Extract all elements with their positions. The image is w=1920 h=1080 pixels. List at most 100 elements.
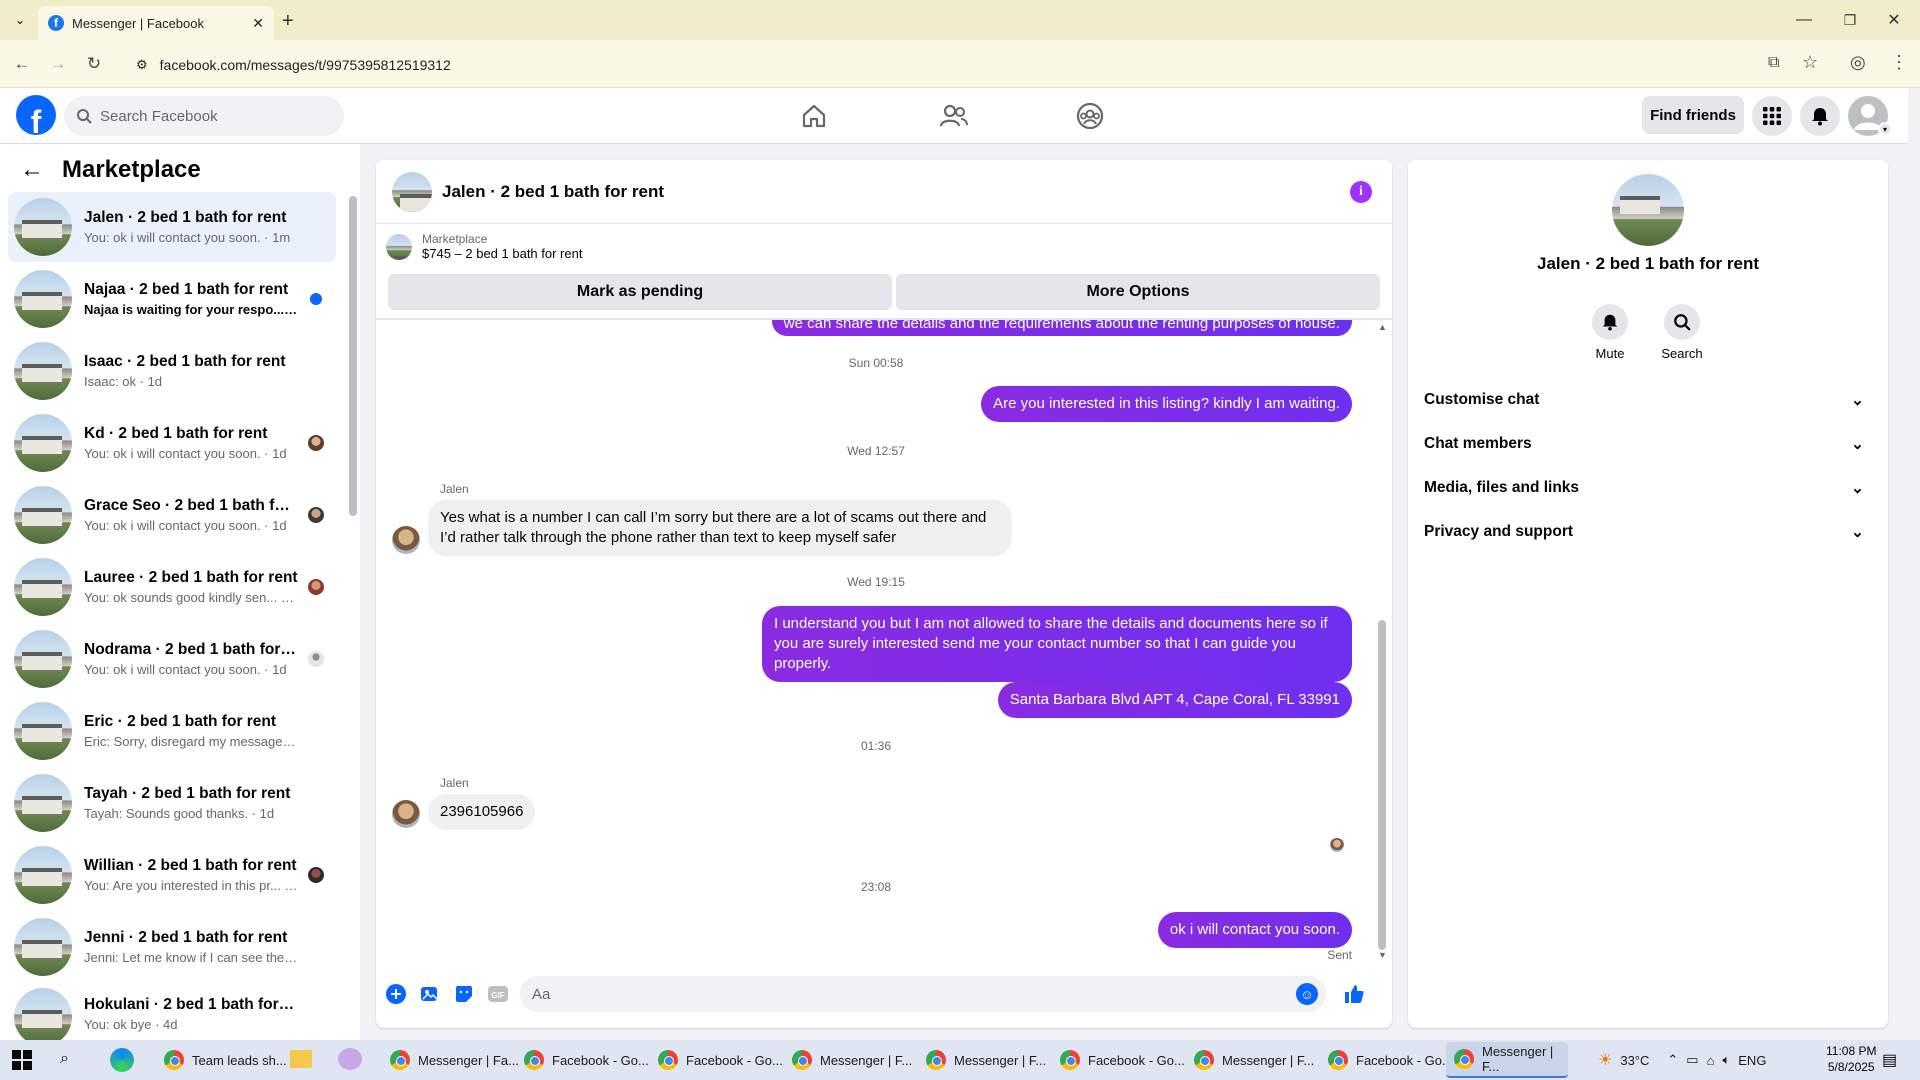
chat-title[interactable]: Jalen · 2 bed 1 bath for rent [442, 182, 664, 202]
meet-icon[interactable]: ▭ [1686, 1052, 1698, 1068]
conversation-item[interactable]: Jalen · 2 bed 1 bath for rent You: ok i w… [8, 192, 336, 262]
close-tab-icon[interactable]: ✕ [252, 15, 264, 32]
conversation-item[interactable]: Tayah · 2 bed 1 bath for rent Tayah: Soun… [8, 768, 336, 838]
sender-avatar[interactable] [392, 800, 420, 828]
url-field[interactable]: ⚙ facebook.com/messages/t/99753958125193… [124, 51, 1764, 79]
page-scrollbar[interactable] [1908, 88, 1920, 1040]
taskbar-app[interactable]: Facebook - Go... [1320, 1042, 1461, 1078]
conversation-item[interactable]: Hokulani · 2 bed 1 bath for rent You: ok … [8, 984, 336, 1040]
restore-icon[interactable]: ❐ [1830, 8, 1870, 32]
listing-thumbnail [14, 774, 72, 832]
taskbar-app[interactable]: Facebook - Go... [650, 1042, 791, 1078]
facebook-logo-icon[interactable]: f [16, 95, 56, 135]
conversation-item[interactable]: Najaa · 2 bed 1 bath for rent Najaa is wa… [8, 264, 336, 334]
message-outgoing[interactable]: we can share the details and the require… [771, 320, 1352, 336]
emoji-icon[interactable]: ☺ [1296, 983, 1318, 1005]
gif-icon[interactable]: GIF [486, 982, 510, 1006]
taskbar-app[interactable]: Messenger | F... [918, 1042, 1054, 1078]
taskbar-app[interactable]: Team leads sh... [156, 1042, 295, 1078]
conversation-item[interactable]: Kd · 2 bed 1 bath for rent You: ok i will… [8, 408, 336, 478]
app-icon[interactable] [338, 1048, 362, 1070]
chat-scrollbar[interactable] [1378, 620, 1386, 950]
bookmark-star-icon[interactable]: ☆ [1802, 52, 1818, 73]
message-outgoing[interactable]: I understand you but I am not allowed to… [762, 606, 1352, 682]
back-icon[interactable]: ← [8, 52, 36, 76]
conversation-item[interactable]: Isaac · 2 bed 1 bath for rent Isaac: ok ·… [8, 336, 336, 406]
taskbar-search-icon[interactable]: ⌕ [60, 1050, 69, 1068]
browser-tab[interactable]: f Messenger | Facebook ✕ [38, 6, 274, 40]
scroll-up-icon[interactable]: ▲ [1378, 322, 1387, 332]
message-outgoing[interactable]: ok i will contact you soon. [1157, 912, 1352, 948]
conversation-item[interactable]: Grace Seo · 2 bed 1 bath for r... You: ok… [8, 480, 336, 550]
like-thumb-icon[interactable] [1342, 982, 1366, 1006]
info-icon[interactable]: i [1350, 181, 1372, 203]
taskbar-app[interactable]: Messenger | F... [1186, 1042, 1322, 1078]
message-outgoing[interactable]: Are you interested in this listing? kind… [981, 386, 1352, 422]
notifications-bell-icon[interactable] [1800, 96, 1840, 136]
message-incoming[interactable]: 2396105966 [428, 794, 536, 830]
home-icon[interactable] [784, 96, 844, 136]
network-icon[interactable]: ⌂ [1707, 1053, 1715, 1068]
edge-icon[interactable] [110, 1048, 134, 1072]
message-input[interactable]: Aa ☺ [520, 976, 1326, 1012]
conversation-item[interactable]: Nodrama · 2 bed 1 bath for rent You: ok i… [8, 624, 336, 694]
clock[interactable]: 11:08 PM 5/8/2025 [1826, 1043, 1876, 1075]
minimize-icon[interactable]: — [1784, 8, 1824, 32]
marketplace-title: Marketplace [62, 156, 201, 183]
back-arrow-icon[interactable]: ← [20, 156, 44, 184]
taskbar-app-active[interactable]: Messenger | F... [1446, 1042, 1568, 1078]
reload-icon[interactable]: ↻ [80, 52, 108, 76]
conversation-item[interactable]: Jenni · 2 bed 1 bath for rent Jenni: Let … [8, 912, 336, 982]
site-info-icon[interactable]: ⚙ [136, 57, 148, 73]
listing-banner[interactable]: Marketplace $745 – 2 bed 1 bath for rent [386, 232, 582, 261]
conversation-item[interactable]: Eric · 2 bed 1 bath for rent Eric: Sorry,… [8, 696, 336, 766]
new-tab-icon[interactable]: + [282, 10, 294, 33]
sender-avatar[interactable] [392, 526, 420, 554]
close-window-icon[interactable]: ✕ [1874, 8, 1914, 32]
media-files-links-item[interactable]: Media, files and links ⌄ [1424, 466, 1872, 510]
windows-start-icon[interactable] [12, 1050, 32, 1074]
privacy-support-item[interactable]: Privacy and support ⌄ [1424, 510, 1872, 554]
more-options-button[interactable]: More Options [896, 274, 1380, 310]
conversation-preview: Eric: Sorry, disregard my message a... ·… [84, 734, 298, 749]
groups-icon[interactable] [1060, 96, 1120, 136]
conversation-item[interactable]: Willian · 2 bed 1 bath for rent You: Are … [8, 840, 336, 910]
sticker-icon[interactable] [452, 982, 476, 1006]
menu-grid-icon[interactable] [1752, 96, 1792, 136]
account-chevron-icon[interactable]: ▾ [1878, 122, 1892, 136]
mute-button[interactable]: Mute [1574, 304, 1646, 361]
weather-icon[interactable]: ☀ [1598, 1050, 1612, 1070]
tray-chevron-icon[interactable]: ⌃ [1667, 1052, 1678, 1068]
message-incoming[interactable]: Yes what is a number I can call I’m sorr… [428, 500, 1012, 556]
search-in-chat-button[interactable]: Search [1646, 304, 1718, 361]
chat-listing-thumbnail[interactable] [392, 171, 432, 212]
time: 11:08 PM [1826, 1044, 1877, 1058]
scroll-down-icon[interactable]: ▼ [1378, 950, 1387, 960]
taskbar-app[interactable]: Facebook - Go... [516, 1042, 657, 1078]
profile-icon[interactable]: ◎ [1850, 52, 1866, 73]
conversation-photo[interactable] [1612, 174, 1684, 246]
volume-icon[interactable]: 🔈︎ [1722, 1052, 1730, 1068]
conversation-item[interactable]: Lauree · 2 bed 1 bath for rent You: ok so… [8, 552, 336, 622]
chrome-icon [524, 1050, 544, 1070]
search-facebook-input[interactable]: Search Facebook [64, 96, 344, 136]
forward-icon[interactable]: → [44, 52, 72, 76]
friends-icon[interactable] [924, 96, 984, 136]
photo-icon[interactable] [418, 982, 442, 1006]
install-app-icon[interactable]: ⧉ [1768, 54, 1779, 72]
browser-menu-icon[interactable]: ⋮ [1890, 52, 1908, 73]
tab-search-icon[interactable]: ⌄ [8, 8, 32, 32]
plus-icon[interactable] [384, 982, 408, 1006]
taskbar-app[interactable]: Messenger | Fa... [382, 1042, 527, 1078]
language[interactable]: ENG [1738, 1053, 1766, 1068]
taskbar-app[interactable]: Facebook - Go... [1052, 1042, 1193, 1078]
taskbar-app-label: Facebook - Go... [552, 1052, 649, 1068]
mark-as-pending-button[interactable]: Mark as pending [388, 274, 892, 310]
sidebar-scrollbar[interactable] [349, 196, 357, 516]
find-friends-button[interactable]: Find friends [1642, 96, 1744, 134]
customise-chat-item[interactable]: Customise chat ⌄ [1424, 378, 1872, 422]
taskbar-app[interactable]: Messenger | F... [784, 1042, 920, 1078]
message-outgoing[interactable]: Santa Barbara Blvd APT 4, Cape Coral, FL… [997, 682, 1352, 718]
chat-members-item[interactable]: Chat members ⌄ [1424, 422, 1872, 466]
notification-center-icon[interactable]: ▤ [1882, 1050, 1897, 1070]
